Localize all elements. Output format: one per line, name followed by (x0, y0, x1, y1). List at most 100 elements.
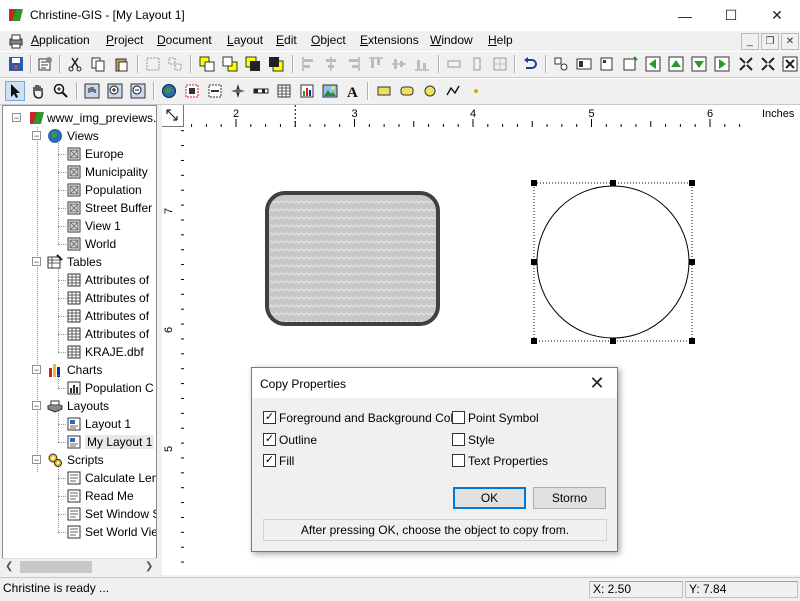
scrollbar-thumb[interactable] (20, 561, 92, 573)
pan-layout-icon[interactable] (82, 81, 102, 101)
properties-icon[interactable] (35, 54, 55, 74)
chart-frame-icon[interactable] (297, 81, 317, 101)
tree-root[interactable]: − www_img_previews. (3, 109, 156, 127)
point-tool-icon[interactable] (466, 81, 486, 101)
pan-tool-icon[interactable] (28, 81, 48, 101)
menu-edit[interactable]: Edit (276, 33, 297, 47)
delete-icon[interactable] (780, 54, 800, 74)
rectangle-tool-icon[interactable] (374, 81, 394, 101)
align-left-icon[interactable] (299, 54, 319, 74)
tree-item[interactable]: Attributes of (3, 307, 156, 325)
checkbox-box[interactable] (452, 454, 465, 467)
collapse-icon[interactable]: − (32, 131, 41, 141)
tree-item[interactable]: Set World Vie (3, 523, 156, 541)
paste-icon[interactable] (111, 54, 131, 74)
checkbox-box[interactable] (452, 411, 465, 424)
tree-item[interactable]: Population C (3, 379, 156, 397)
printer-doc-icon[interactable] (8, 33, 24, 49)
table-frame-icon[interactable] (274, 81, 294, 101)
tree-item[interactable]: Attributes of (3, 325, 156, 343)
align-center-icon[interactable] (321, 54, 341, 74)
project-tree[interactable]: − www_img_previews. − Views Europe Municipali… (2, 105, 157, 575)
tree-item[interactable]: Layout 1 (3, 415, 156, 433)
tree-group-charts[interactable]: − Charts (3, 361, 156, 379)
nav-down-icon[interactable] (689, 54, 709, 74)
tree-item[interactable]: Municipality (3, 163, 156, 181)
collapse-icon[interactable]: − (32, 257, 41, 267)
bring-forward-icon[interactable] (197, 54, 217, 74)
ungroup-icon[interactable] (165, 54, 185, 74)
align-right-icon[interactable] (343, 54, 363, 74)
ruler-corner-icon[interactable] (162, 105, 184, 127)
tree-group-views[interactable]: − Views (3, 127, 156, 145)
tree-horizontal-scrollbar[interactable]: ❮ ❯ (2, 558, 157, 575)
scroll-left-arrow-icon[interactable]: ❮ (5, 561, 13, 572)
group-icon[interactable] (143, 54, 163, 74)
zoom-in-layout-icon[interactable] (105, 81, 125, 101)
align-bottom-icon[interactable] (412, 54, 432, 74)
align-top-icon[interactable] (366, 54, 386, 74)
circle-tool-icon[interactable] (420, 81, 440, 101)
line-tool-icon[interactable] (443, 81, 463, 101)
menu-window[interactable]: Window (430, 33, 473, 47)
menu-layout[interactable]: Layout (227, 33, 263, 47)
menu-help[interactable]: Help (488, 33, 513, 47)
expand-icon[interactable] (758, 54, 778, 74)
storno-button[interactable]: Storno (533, 487, 606, 509)
tree-item[interactable]: My Layout 1 (3, 433, 156, 451)
pointer-tool-icon[interactable] (5, 81, 25, 101)
new-frame-icon[interactable] (620, 54, 640, 74)
menu-object[interactable]: Object (311, 33, 346, 47)
tree-item[interactable]: Calculate Len (3, 469, 156, 487)
maximize-button[interactable]: ☐ (708, 0, 754, 31)
checkbox-box[interactable] (452, 433, 465, 446)
tree-group-tables[interactable]: − Tables (3, 253, 156, 271)
nav-right-icon[interactable] (712, 54, 732, 74)
nav-up-icon[interactable] (666, 54, 686, 74)
rounded-rectangle-tool-icon[interactable] (397, 81, 417, 101)
menu-document[interactable]: Document (157, 33, 212, 47)
view-frame-icon[interactable] (159, 81, 179, 101)
menu-extensions[interactable]: Extensions (360, 33, 419, 47)
mdi-minimize-button[interactable]: _ (741, 33, 759, 50)
north-arrow-frame-icon[interactable] (228, 81, 248, 101)
ok-button[interactable]: OK (453, 487, 526, 509)
checkbox-box[interactable]: ✓ (263, 433, 276, 446)
mdi-restore-button[interactable]: ❐ (761, 33, 779, 50)
tree-group-layouts[interactable]: − Layouts (3, 397, 156, 415)
copy-icon[interactable] (88, 54, 108, 74)
tree-item[interactable]: Europe (3, 145, 156, 163)
shapes-tool-icon[interactable] (551, 54, 571, 74)
selected-circle-shape[interactable] (533, 182, 693, 342)
minimize-button[interactable]: — (662, 0, 708, 31)
zoom-tool-icon[interactable] (51, 81, 71, 101)
scale-bar-icon[interactable] (251, 81, 271, 101)
align-middle-icon[interactable] (389, 54, 409, 74)
same-size-icon[interactable] (490, 54, 510, 74)
checkbox-box[interactable]: ✓ (263, 411, 276, 424)
menu-project[interactable]: Project (106, 33, 143, 47)
save-project-icon[interactable] (6, 54, 26, 74)
same-width-icon[interactable] (444, 54, 464, 74)
scroll-right-arrow-icon[interactable]: ❯ (145, 561, 153, 572)
tree-group-scripts[interactable]: − Scripts (3, 451, 156, 469)
scale-frame-icon[interactable] (205, 81, 225, 101)
tree-item[interactable]: KRAJE.dbf (3, 343, 156, 361)
bring-to-front-icon[interactable] (243, 54, 263, 74)
close-button[interactable]: ✕ (754, 0, 800, 31)
shrink-icon[interactable] (736, 54, 756, 74)
tree-item[interactable]: Population (3, 181, 156, 199)
tree-item[interactable]: Street Buffer (3, 199, 156, 217)
tree-item[interactable]: View 1 (3, 217, 156, 235)
nav-left-icon[interactable] (643, 54, 663, 74)
tree-item[interactable]: Attributes of (3, 271, 156, 289)
dialog-close-button[interactable]: ✕ (585, 372, 609, 394)
mdi-close-button[interactable]: ✕ (781, 33, 799, 50)
picture-frame-icon[interactable] (320, 81, 340, 101)
tree-item[interactable]: Set Window S (3, 505, 156, 523)
zoom-out-layout-icon[interactable] (128, 81, 148, 101)
layout-template-icon[interactable] (574, 54, 594, 74)
send-to-back-icon[interactable] (266, 54, 286, 74)
collapse-icon[interactable]: − (12, 113, 21, 123)
tree-item[interactable]: Read Me (3, 487, 156, 505)
